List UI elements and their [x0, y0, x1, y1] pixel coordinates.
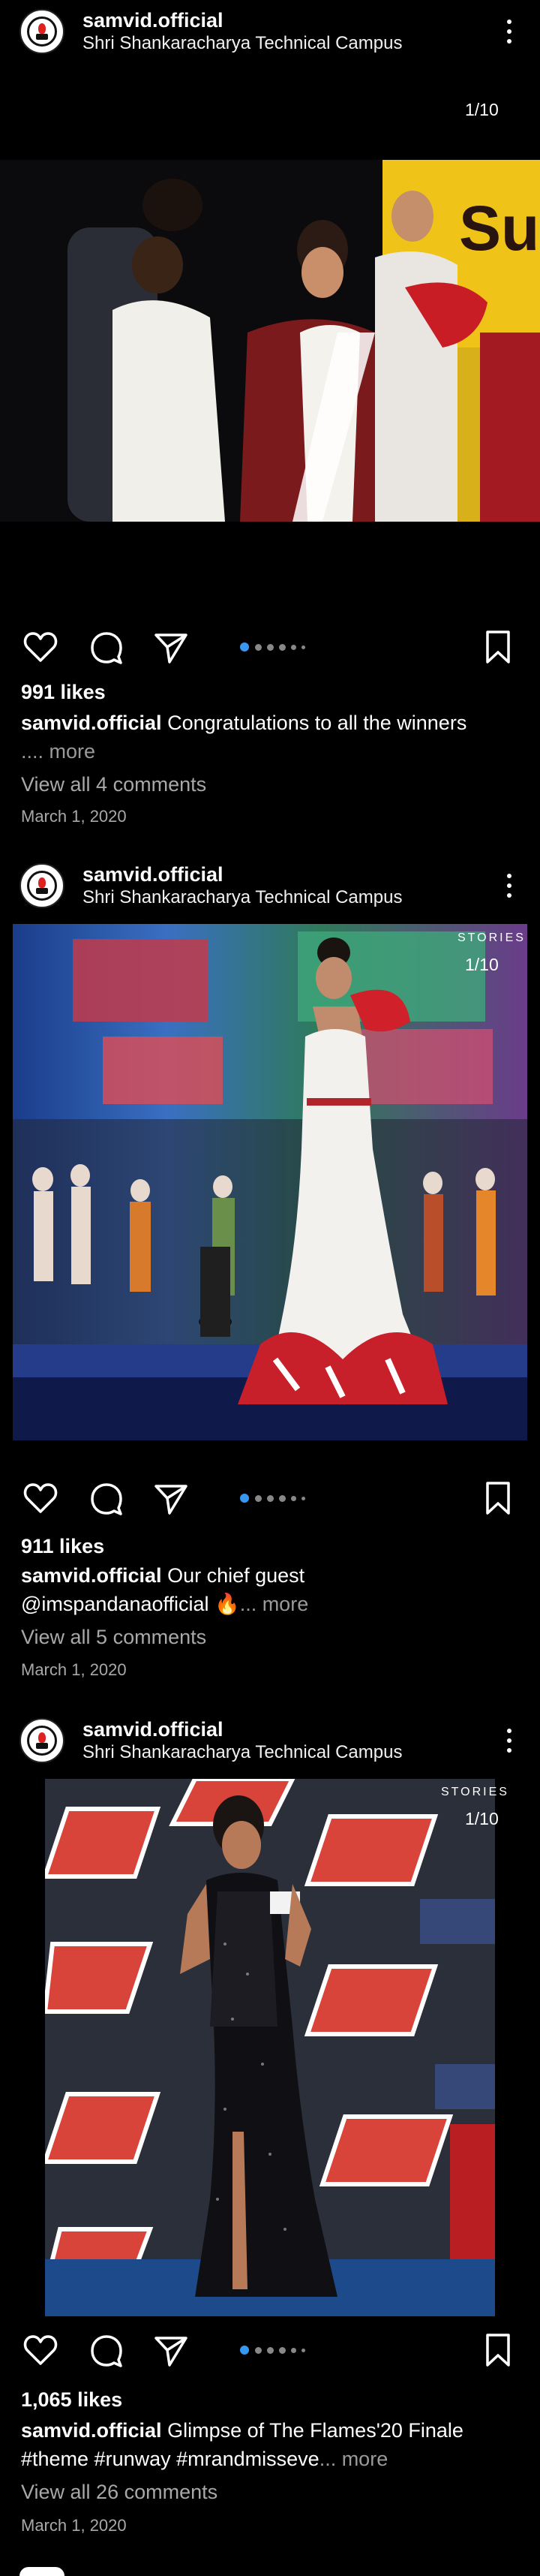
post-image[interactable]: [13, 924, 527, 1440]
avatar[interactable]: [20, 863, 64, 908]
likes-count[interactable]: 991 likes: [21, 681, 106, 704]
post-image[interactable]: Sus: [0, 160, 540, 522]
next-post-peek: [20, 2567, 64, 2576]
location[interactable]: Shri Shankaracharya Technical Campus: [82, 887, 402, 908]
comment-icon[interactable]: [86, 626, 128, 668]
more-options-icon[interactable]: [498, 1723, 520, 1759]
post-date: March 1, 2020: [21, 2516, 127, 2535]
caption-more-link[interactable]: .... more: [21, 740, 95, 763]
caption-hashtags[interactable]: #theme #runway #mrandmisseve: [21, 2448, 320, 2470]
caption: samvid.official Our chief guest @imspand…: [21, 1561, 516, 1618]
caption-mention[interactable]: @imspandanaofficial 🔥: [21, 1593, 240, 1615]
stories-label: STORIES: [441, 1786, 509, 1798]
share-icon[interactable]: [150, 2329, 192, 2371]
location[interactable]: Shri Shankaracharya Technical Campus: [82, 33, 402, 54]
share-icon[interactable]: [150, 626, 192, 668]
carousel-indicator: [240, 2346, 315, 2355]
heart-icon[interactable]: [20, 1477, 62, 1519]
stage-banner-text: Sus: [459, 193, 540, 263]
view-comments-link[interactable]: View all 4 comments: [21, 773, 206, 796]
likes-count[interactable]: 911 likes: [21, 1535, 104, 1558]
caption-username[interactable]: samvid.official: [21, 2419, 162, 2442]
post-image-graphic: Sus: [0, 160, 540, 522]
post-header: samvid.official Shri Shankaracharya Tech…: [0, 0, 540, 60]
heart-icon[interactable]: [20, 2329, 62, 2371]
post: samvid.official Shri Shankaracharya Tech…: [0, 1709, 540, 2576]
more-options-icon[interactable]: [498, 868, 520, 904]
caption-text: Glimpse of The Flames'20 Finale: [167, 2419, 464, 2442]
bookmark-icon[interactable]: [477, 1477, 519, 1519]
likes-count[interactable]: 1,065 likes: [21, 2388, 122, 2412]
post-date: March 1, 2020: [21, 807, 127, 826]
caption-username[interactable]: samvid.official: [21, 712, 162, 734]
post: samvid.official Shri Shankaracharya Tech…: [0, 854, 540, 1708]
post-header: samvid.official Shri Shankaracharya Tech…: [0, 1709, 540, 1769]
bookmark-icon[interactable]: [477, 2329, 519, 2371]
post-actions: [0, 1477, 540, 1522]
image-counter: 1/10: [465, 955, 499, 974]
post-image[interactable]: [45, 1779, 495, 2316]
caption-text: Congratulations to all the winners: [167, 712, 467, 734]
image-counter: 1/10: [465, 100, 499, 119]
post-actions: [0, 626, 540, 671]
username[interactable]: samvid.official: [82, 863, 224, 886]
caption-more-link[interactable]: ... more: [320, 2448, 388, 2470]
avatar[interactable]: [20, 9, 64, 54]
caption: samvid.official Congratulations to all t…: [21, 709, 516, 766]
caption: samvid.official Glimpse of The Flames'20…: [21, 2416, 516, 2473]
post-date: March 1, 2020: [21, 1660, 127, 1679]
view-comments-link[interactable]: View all 5 comments: [21, 1626, 206, 1649]
avatar[interactable]: [20, 1718, 64, 1763]
username[interactable]: samvid.official: [82, 9, 224, 32]
caption-username[interactable]: samvid.official: [21, 1564, 162, 1587]
image-counter: 1/10: [465, 1809, 499, 1828]
bookmark-icon[interactable]: [477, 626, 519, 668]
post-image-graphic: [45, 1779, 495, 2316]
caption-more-link[interactable]: ... more: [240, 1593, 309, 1615]
post-actions: [0, 2329, 540, 2374]
carousel-indicator: [240, 1494, 315, 1503]
carousel-indicator: [240, 642, 315, 652]
more-options-icon[interactable]: [498, 14, 520, 50]
caption-text: Our chief guest: [167, 1564, 305, 1587]
username[interactable]: samvid.official: [82, 1718, 224, 1741]
comment-icon[interactable]: [86, 2329, 128, 2371]
stories-label: STORIES: [458, 931, 526, 944]
post: samvid.official Shri Shankaracharya Tech…: [0, 0, 540, 833]
post-image-graphic: [13, 924, 527, 1440]
share-icon[interactable]: [150, 1477, 192, 1519]
heart-icon[interactable]: [20, 626, 62, 668]
comment-icon[interactable]: [86, 1477, 128, 1519]
view-comments-link[interactable]: View all 26 comments: [21, 2481, 218, 2504]
post-header: samvid.official Shri Shankaracharya Tech…: [0, 854, 540, 914]
location[interactable]: Shri Shankaracharya Technical Campus: [82, 1742, 402, 1763]
